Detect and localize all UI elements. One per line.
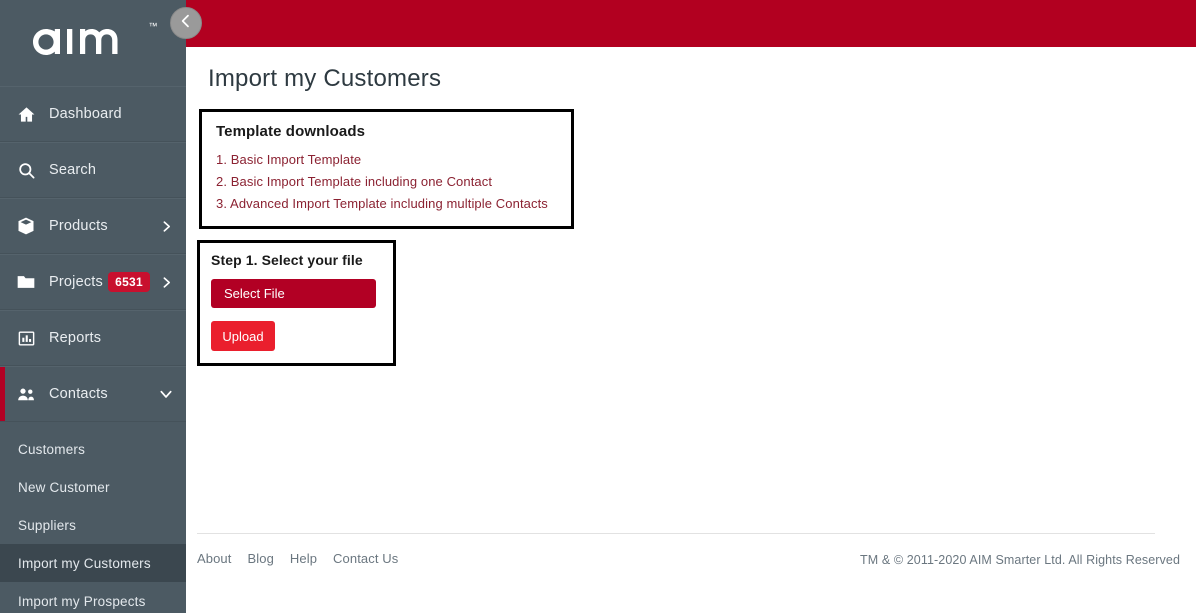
aim-logo-icon: [33, 28, 118, 55]
sidebar-sublabel-customers: Customers: [18, 441, 86, 457]
chevron-right-icon: [158, 220, 174, 233]
select-file-button[interactable]: Select File: [211, 279, 376, 308]
chevron-down-icon: [158, 387, 174, 401]
footer-links: About Blog Help Contact Us: [197, 551, 398, 566]
footer-copyright: TM & © 2011-2020 AIM Smarter Ltd. All Ri…: [860, 553, 1180, 567]
sidebar-item-dashboard[interactable]: Dashboard: [0, 86, 186, 142]
brand-logo[interactable]: ™: [0, 0, 186, 86]
app-window: ™ Dashboard Search Products Projects 653…: [0, 0, 1196, 613]
template-link-label[interactable]: Basic Import Template: [231, 152, 361, 167]
template-link-number: 1.: [216, 152, 228, 167]
template-link-number: 3.: [216, 196, 228, 211]
template-link-number: 2.: [216, 174, 228, 189]
sidebar: ™ Dashboard Search Products Projects 653…: [0, 0, 186, 613]
sidebar-sublabel-import-my-prospects: Import my Prospects: [18, 593, 146, 609]
upload-button[interactable]: Upload: [211, 321, 275, 351]
sidebar-label-search: Search: [49, 162, 97, 178]
template-link-label[interactable]: Advanced Import Template including multi…: [230, 196, 548, 211]
sidebar-subitem-import-my-customers[interactable]: Import my Customers: [0, 544, 186, 582]
sidebar-collapse-button[interactable]: [170, 7, 202, 39]
footer-link-contact-us[interactable]: Contact Us: [333, 551, 398, 566]
footer-divider: [197, 533, 1155, 534]
sidebar-subnav-contacts: Customers New Customer Suppliers Import …: [0, 422, 186, 613]
page-footer: About Blog Help Contact Us TM & © 2011-2…: [186, 533, 1196, 613]
main-content: Import my Customers Template downloads 1…: [186, 47, 1196, 613]
template-downloads-title: Template downloads: [216, 123, 366, 140]
sidebar-label-products: Products: [49, 218, 108, 234]
folder-icon: [12, 270, 40, 294]
footer-link-help[interactable]: Help: [290, 551, 317, 566]
template-link-item[interactable]: 2. Basic Import Template including one C…: [216, 174, 557, 189]
sidebar-label-dashboard: Dashboard: [49, 106, 122, 122]
sidebar-item-contacts[interactable]: Contacts: [0, 366, 186, 422]
home-icon: [12, 102, 40, 126]
sidebar-subitem-customers[interactable]: Customers: [0, 430, 186, 468]
sidebar-item-reports[interactable]: Reports: [0, 310, 186, 366]
template-downloads-list: 1. Basic Import Template 2. Basic Import…: [216, 152, 557, 211]
sidebar-subitem-suppliers[interactable]: Suppliers: [0, 506, 186, 544]
sidebar-item-products[interactable]: Products: [0, 198, 186, 254]
sidebar-label-projects: Projects: [49, 274, 103, 290]
sidebar-label-contacts: Contacts: [49, 386, 108, 402]
footer-link-blog[interactable]: Blog: [247, 551, 273, 566]
sidebar-item-projects[interactable]: Projects 6531: [0, 254, 186, 310]
step-one-panel: Step 1. Select your file Select File Upl…: [197, 240, 396, 366]
sidebar-item-search[interactable]: Search: [0, 142, 186, 198]
sidebar-subitem-new-customer[interactable]: New Customer: [0, 468, 186, 506]
search-icon: [12, 158, 40, 182]
top-header-bar: [186, 0, 1196, 47]
chevron-right-icon: [158, 276, 174, 289]
sidebar-sublabel-suppliers: Suppliers: [18, 517, 77, 533]
people-icon: [12, 382, 40, 406]
footer-link-about[interactable]: About: [197, 551, 231, 566]
template-link-item[interactable]: 3. Advanced Import Template including mu…: [216, 196, 557, 211]
trademark-symbol: ™: [148, 20, 158, 31]
sidebar-sublabel-new-customer: New Customer: [18, 479, 110, 495]
sidebar-subitem-import-my-prospects[interactable]: Import my Prospects: [0, 582, 186, 613]
sidebar-sublabel-import-my-customers: Import my Customers: [18, 555, 151, 571]
chevron-left-icon: [178, 13, 194, 34]
template-link-item[interactable]: 1. Basic Import Template: [216, 152, 557, 167]
sidebar-label-reports: Reports: [49, 330, 102, 346]
box-icon: [12, 214, 40, 238]
template-link-label[interactable]: Basic Import Template including one Cont…: [231, 174, 492, 189]
page-title: Import my Customers: [208, 65, 442, 92]
bar-chart-icon: [12, 326, 40, 350]
template-downloads-panel: Template downloads 1. Basic Import Templ…: [199, 109, 574, 229]
projects-count-badge: 6531: [108, 272, 150, 292]
step-one-title: Step 1. Select your file: [211, 252, 363, 268]
